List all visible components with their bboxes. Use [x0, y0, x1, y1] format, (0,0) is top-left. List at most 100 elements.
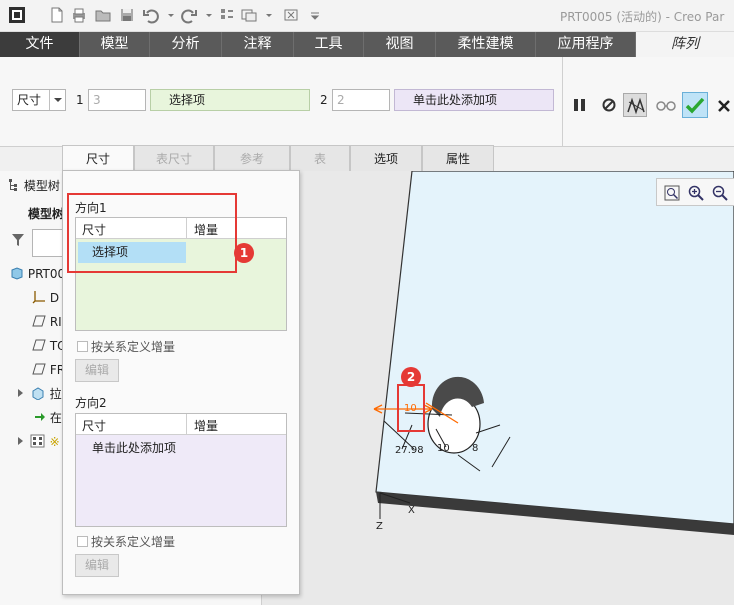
callout-box-1	[67, 193, 237, 273]
model-viewport	[373, 171, 734, 535]
filter-icon[interactable]	[12, 233, 24, 247]
checkbox-box[interactable]	[77, 536, 88, 547]
expand-arrow-icon[interactable]	[16, 385, 26, 399]
dir1-count-input[interactable]: 3	[88, 89, 146, 111]
panel-tab-options[interactable]: 选项	[350, 145, 422, 171]
tree-row-insert-here[interactable]: 在	[34, 407, 62, 429]
tree-row-extrude[interactable]: 拉	[16, 383, 62, 405]
dimension-10-hole[interactable]: 10	[437, 443, 450, 454]
tree-row-root[interactable]: PRT00	[10, 263, 65, 285]
checkbox-box[interactable]	[77, 341, 88, 352]
callout-badge-1: 1	[234, 243, 254, 263]
expand-arrow-icon[interactable]	[16, 433, 26, 447]
pattern-type-select[interactable]: 尺寸	[12, 89, 66, 111]
tree-item-label: D	[49, 291, 60, 305]
tree-row-right-plane[interactable]: RI	[32, 311, 62, 333]
model-tree-title: 模型树	[23, 179, 60, 193]
dir1-edit-button[interactable]: 编辑	[75, 359, 119, 382]
geometry-preview-icon[interactable]	[623, 93, 647, 117]
tree-row-pattern[interactable]: ※	[16, 431, 60, 453]
insert-arrow-icon	[34, 409, 46, 423]
direction2-grid[interactable]: 尺寸 增量 单击此处添加项	[75, 413, 287, 527]
graphics-window[interactable]: 10 27.98 10 8 Z X	[262, 171, 734, 605]
undo-dropdown-icon[interactable]	[162, 6, 174, 24]
panel-tab-table-dimensions[interactable]: 表尺寸	[134, 145, 214, 171]
part-top-face	[375, 171, 734, 525]
tab-annotate[interactable]: 注释	[222, 32, 294, 57]
dir1-relation-checkbox[interactable]: 按关系定义增量	[77, 338, 175, 355]
redo-icon[interactable]	[180, 6, 198, 24]
dir2-label: 2	[320, 93, 328, 107]
ok-checkmark-icon[interactable]	[682, 92, 708, 118]
regenerate-icon[interactable]	[218, 6, 236, 24]
zoom-in-icon[interactable]	[687, 184, 705, 202]
tree-item-label: 拉	[49, 387, 62, 401]
app-logo-icon	[8, 6, 26, 24]
dir2-collector[interactable]: 单击此处添加项	[394, 89, 554, 111]
dimension-8[interactable]: 8	[472, 443, 478, 454]
model-tree-header: 模型树	[8, 175, 60, 197]
tab-flexible-modeling[interactable]: 柔性建模	[436, 32, 536, 57]
dir2-add-item-row[interactable]: 单击此处添加项	[78, 438, 218, 459]
dir1-relation-label: 按关系定义增量	[91, 340, 176, 354]
dashboard-divider	[562, 57, 563, 147]
dir2-col-increment: 增量	[194, 419, 219, 433]
dir2-edit-button[interactable]: 编辑	[75, 554, 119, 577]
dir2-relation-label: 按关系定义增量	[91, 535, 176, 549]
tree-row-front-plane[interactable]: FR	[32, 359, 65, 381]
dir1-collector[interactable]: 选择项	[150, 89, 310, 111]
model-tree-subheader: 模型树	[28, 207, 65, 221]
print-icon[interactable]	[70, 6, 88, 24]
pause-icon[interactable]	[568, 93, 592, 117]
verify-glasses-icon[interactable]	[654, 93, 678, 117]
zoom-out-icon[interactable]	[711, 184, 729, 202]
cancel-x-icon[interactable]	[712, 93, 732, 117]
tab-model[interactable]: 模型	[80, 32, 150, 57]
no-preview-icon[interactable]	[597, 93, 621, 117]
tree-item-label: 在	[49, 411, 62, 425]
dimension-27-98[interactable]: 27.98	[395, 445, 424, 456]
panel-tab-references[interactable]: 参考	[214, 145, 290, 171]
graphics-toolbar	[656, 178, 734, 206]
datum-plane-icon	[32, 313, 46, 327]
tree-item-label: ※	[49, 435, 60, 449]
tab-view[interactable]: 视图	[364, 32, 436, 57]
panel-tab-properties[interactable]: 属性	[422, 145, 494, 171]
tree-hierarchy-icon	[8, 177, 20, 191]
panel-tab-dimensions[interactable]: 尺寸	[62, 145, 134, 171]
tab-applications[interactable]: 应用程序	[536, 32, 636, 57]
pattern-type-value: 尺寸	[17, 93, 42, 107]
tab-tools[interactable]: 工具	[294, 32, 364, 57]
dir2-relation-checkbox[interactable]: 按关系定义增量	[77, 533, 175, 550]
save-icon[interactable]	[118, 6, 136, 24]
refit-icon[interactable]	[663, 184, 681, 202]
windows-icon[interactable]	[240, 6, 258, 24]
tree-row-csys[interactable]: D	[32, 287, 59, 309]
windows-dropdown-icon[interactable]	[260, 6, 272, 24]
callout-box-2	[397, 384, 425, 432]
window-title: PRT0005 (活动的) - Creo Par	[560, 10, 725, 24]
customize-toolbar-icon[interactable]	[306, 6, 320, 24]
chevron-down-icon	[49, 90, 65, 110]
new-file-icon[interactable]	[48, 6, 66, 24]
undo-icon[interactable]	[142, 6, 160, 24]
tab-file[interactable]: 文件	[0, 32, 80, 57]
column-separator	[186, 414, 187, 435]
tab-pattern[interactable]: 阵列	[636, 32, 734, 57]
ribbon-tab-bar: 文件 模型 分析 注释 工具 视图 柔性建模 应用程序 阵列	[0, 32, 734, 57]
title-bar: PRT0005 (活动的) - Creo Par	[0, 0, 734, 32]
pattern-icon	[30, 433, 46, 448]
direction2-grid-header: 尺寸 增量	[76, 414, 286, 435]
dir1-label: 1	[76, 93, 84, 107]
redo-dropdown-icon[interactable]	[200, 6, 212, 24]
csys-label-z: Z	[376, 521, 383, 532]
tab-analysis[interactable]: 分析	[150, 32, 222, 57]
direction2-title: 方向2	[75, 396, 107, 410]
close-window-icon[interactable]	[282, 6, 300, 24]
dir2-count-input[interactable]: 2	[332, 89, 390, 111]
pattern-dashboard: 尺寸 1 3 选择项 2 2 单击此处添加项	[0, 57, 734, 147]
open-folder-icon[interactable]	[94, 6, 112, 24]
datum-plane-icon	[32, 337, 46, 351]
extrude-icon	[30, 385, 46, 401]
panel-tab-tables[interactable]: 表	[290, 145, 350, 171]
